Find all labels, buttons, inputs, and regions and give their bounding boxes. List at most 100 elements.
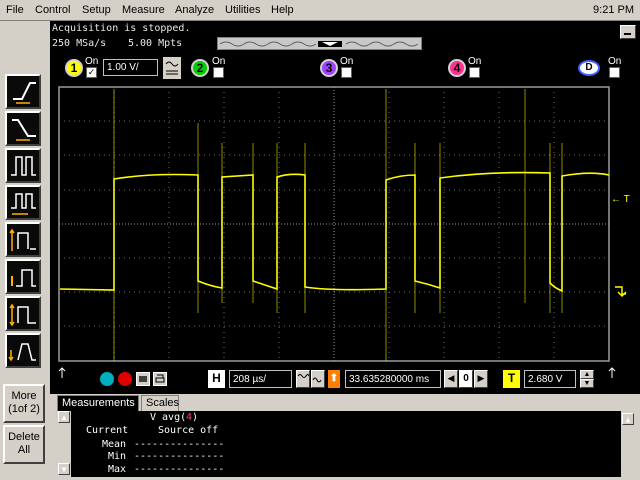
memory-bar[interactable]	[217, 37, 422, 50]
delete-all-button[interactable]: Delete All	[3, 425, 45, 464]
measurements-panel: ▲ ▼ V avg( 4 ) Current Source off Mean -…	[57, 411, 635, 477]
scroll-down-button[interactable]: ▼	[58, 463, 70, 475]
more-button[interactable]: More (1of 2)	[3, 384, 45, 423]
mean-value: ---------------	[134, 439, 225, 450]
delay-left-button[interactable]: ◀	[444, 370, 458, 388]
right-scroll-up-button[interactable]: ▲	[622, 413, 634, 425]
channel-3-button[interactable]: 3	[320, 59, 338, 77]
min-label: Min	[108, 451, 127, 462]
menu-control[interactable]: Control	[35, 4, 70, 16]
acquisition-status-bar: Acquisition is stopped. 250 MSa/s 5.00 M…	[50, 21, 640, 55]
acquisition-status: Acquisition is stopped.	[52, 23, 191, 34]
delete-label: Delete	[8, 431, 40, 443]
ac-dc-coupling-icon	[165, 61, 179, 75]
delay-label: ⬆	[328, 370, 340, 388]
trigger-level-marker[interactable]: ← T	[611, 194, 630, 205]
trigger-level-down-button[interactable]: ▼	[580, 379, 594, 388]
transition-icon	[8, 343, 36, 362]
scroll-up-marker-icon[interactable]	[57, 367, 71, 381]
scroll-up-button[interactable]: ▲	[58, 411, 70, 423]
rising-edge-icon	[13, 82, 36, 104]
measurements-scrollbar[interactable]: ▲ ▼	[57, 411, 71, 477]
pulse-width-icon	[11, 156, 36, 176]
horizontal-control-bar: H 208 µs/ ⬆ 33.635280000 ms ◀ 0 ▶ T 2.68…	[50, 365, 640, 394]
channel-2-button[interactable]: 2	[191, 59, 209, 77]
measurement-name: V avg(	[150, 412, 187, 423]
glitch-icon	[11, 193, 36, 215]
channel-1-scale[interactable]: 1.00 V/	[103, 59, 158, 76]
more-label: More	[11, 390, 37, 402]
time-scale-increase-button[interactable]	[311, 370, 325, 388]
time-per-division-field[interactable]: 208 µs/	[229, 370, 292, 388]
min-value: ---------------	[134, 451, 225, 462]
channel-1-checkbox[interactable]: ✓	[86, 67, 97, 78]
channel-3-checkbox[interactable]	[341, 67, 352, 78]
runt-trigger-button[interactable]	[5, 222, 41, 257]
mean-label: Mean	[102, 439, 127, 450]
falling-edge-trigger-button[interactable]	[5, 111, 41, 146]
menu-measure[interactable]: Measure	[122, 4, 165, 16]
menu-setup[interactable]: Setup	[82, 4, 111, 16]
channel-2-checkbox[interactable]	[213, 67, 224, 78]
menu-file[interactable]: File	[6, 4, 24, 16]
channel-4-checkbox[interactable]	[469, 67, 480, 78]
run-icon[interactable]	[100, 372, 114, 386]
channel-1-coupling[interactable]	[163, 57, 181, 79]
clock: 9:21 PM	[593, 4, 634, 16]
waveform-display[interactable]: ← T	[50, 83, 640, 365]
minimize-button[interactable]	[620, 25, 636, 39]
setup-hold-icon	[11, 269, 36, 287]
channel-1-on-label: On	[85, 56, 99, 67]
menu-help[interactable]: Help	[271, 4, 294, 16]
trigger-level-up-button[interactable]: ▲	[580, 370, 594, 379]
minimize-icon	[624, 33, 631, 35]
scroll-up-marker-icon-right[interactable]	[607, 367, 621, 381]
waveform-graticule	[58, 86, 610, 362]
channel-2-on-label: On	[212, 56, 226, 67]
transition-trigger-button[interactable]	[5, 333, 41, 368]
timeout-trigger-button[interactable]	[5, 296, 41, 331]
tab-scales[interactable]: Scales	[141, 395, 179, 411]
channel-4-on-label: On	[468, 56, 482, 67]
wave-up-icon	[312, 377, 322, 383]
left-toolbar: More (1of 2) Delete All	[0, 21, 50, 480]
more-sub-label: (1of 2)	[8, 403, 40, 415]
memory-bar-graphic	[219, 41, 419, 47]
channel-1-button[interactable]: 1	[65, 59, 83, 77]
channel-3-on-label: On	[340, 56, 354, 67]
memory-depth: 5.00 Mpts	[128, 38, 183, 49]
sample-rate: 250 MSa/s	[52, 38, 107, 49]
glitch-trigger-button[interactable]	[5, 185, 41, 220]
horizontal-delay-field[interactable]: 33.635280000 ms	[345, 370, 441, 388]
menu-utilities[interactable]: Utilities	[225, 4, 260, 16]
channel-bar: 1 On ✓ 1.00 V/ 2 On 3 On 4 On D On	[50, 55, 640, 83]
digital-checkbox[interactable]	[609, 67, 620, 78]
max-value: ---------------	[134, 464, 225, 475]
trigger-level-field[interactable]: 2.680 V	[524, 370, 576, 388]
delay-right-button[interactable]: ▶	[474, 370, 488, 388]
print-icon[interactable]	[153, 372, 167, 386]
delay-zero-button[interactable]: 0	[459, 370, 473, 388]
wave-down-icon	[297, 374, 310, 378]
time-scale-decrease-button[interactable]	[296, 370, 310, 388]
delete-sub-label: All	[17, 444, 31, 456]
setup-hold-trigger-button[interactable]	[5, 259, 41, 294]
digital-channels-button[interactable]: D	[578, 60, 600, 76]
stop-icon[interactable]	[118, 372, 132, 386]
falling-edge-icon	[12, 119, 36, 141]
channel-1-ground-marker-icon[interactable]	[614, 284, 628, 298]
timeout-icon	[9, 303, 36, 327]
horizontal-label: H	[208, 370, 225, 388]
channel-4-button[interactable]: 4	[448, 59, 466, 77]
tab-measurements[interactable]: Measurements	[57, 395, 139, 411]
current-label: Current	[86, 425, 129, 436]
trigger-label: T	[503, 370, 520, 388]
measurements-right-scrollbar[interactable]: ▲	[621, 411, 635, 477]
screen-capture-icon[interactable]	[136, 372, 150, 386]
rising-edge-trigger-button[interactable]	[5, 74, 41, 109]
current-value: Source off	[158, 425, 219, 436]
menu-analyze[interactable]: Analyze	[175, 4, 214, 16]
pulse-width-trigger-button[interactable]	[5, 148, 41, 183]
measurement-name-close: )	[192, 412, 199, 423]
max-label: Max	[108, 464, 127, 475]
